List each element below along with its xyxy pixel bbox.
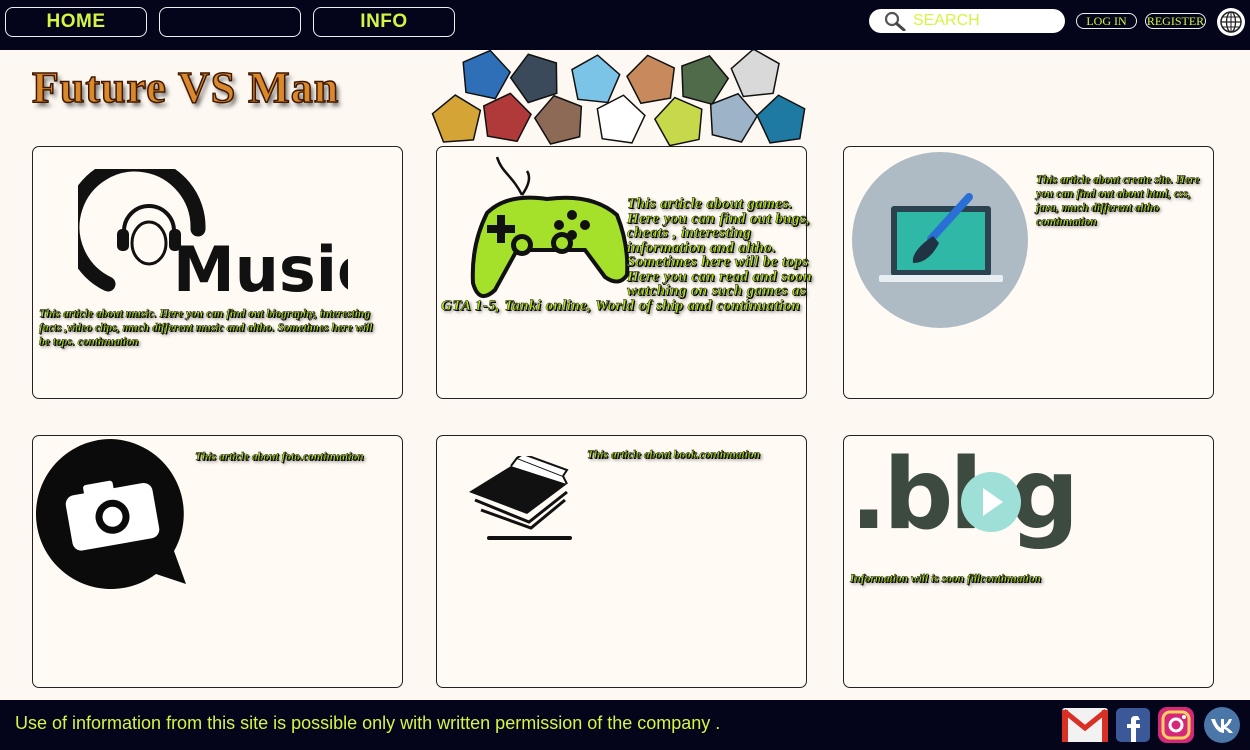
music-word: Music bbox=[173, 233, 348, 299]
article-card-book[interactable]: This article about book.continuation bbox=[436, 435, 807, 688]
vk-icon[interactable] bbox=[1203, 706, 1241, 744]
site-logo: Future VS Man bbox=[31, 62, 340, 113]
article-text-foto: This article about foto.continuation bbox=[195, 451, 364, 463]
book-icon bbox=[469, 456, 572, 540]
nav-home-button[interactable]: HOME bbox=[5, 7, 147, 37]
article-card-foto[interactable]: This article about foto.continuation bbox=[32, 435, 403, 688]
laptop-brush-icon bbox=[852, 152, 1028, 328]
article-text-music: This article about music. Here you can f… bbox=[39, 308, 373, 348]
article-text-book: This article about book.continuation bbox=[587, 449, 761, 461]
search-input[interactable] bbox=[913, 10, 1053, 32]
facebook-icon[interactable] bbox=[1115, 706, 1151, 744]
blog-logo-icon: .bl g bbox=[850, 446, 1079, 552]
article-card-blog[interactable]: .bl g Information will is soon fillconti… bbox=[843, 435, 1214, 688]
login-button[interactable]: LOG IN bbox=[1076, 13, 1137, 29]
footer-copyright-text: Use of information from this site is pos… bbox=[15, 713, 721, 733]
nav-blank-button[interactable] bbox=[159, 7, 301, 37]
article-card-music[interactable]: Music This article about music. Here you… bbox=[32, 146, 403, 399]
music-logo-icon: Music bbox=[78, 169, 348, 299]
instagram-icon[interactable] bbox=[1157, 706, 1195, 744]
camera-bubble-icon bbox=[36, 439, 186, 589]
article-card-site[interactable]: This article about create site. Here you… bbox=[843, 146, 1214, 399]
article-text-blog: Information will is soon fillcontinuatio… bbox=[850, 573, 1042, 585]
search-box bbox=[869, 9, 1065, 33]
gmail-icon[interactable] bbox=[1061, 706, 1109, 744]
article-text-games: This article about games. Here you can f… bbox=[441, 196, 812, 314]
nav-info-button[interactable]: INFO bbox=[313, 7, 455, 37]
article-card-games[interactable]: This article about games. Here you can f… bbox=[436, 146, 812, 399]
globe-icon[interactable] bbox=[1216, 7, 1246, 37]
top-navbar: HOME INFO LOG IN REGISTER bbox=[0, 0, 1250, 50]
search-icon[interactable] bbox=[883, 11, 907, 31]
header-collage-image bbox=[430, 50, 810, 148]
article-text-site: This article about create site. Here you… bbox=[1036, 174, 1200, 228]
register-button[interactable]: REGISTER bbox=[1145, 13, 1206, 29]
